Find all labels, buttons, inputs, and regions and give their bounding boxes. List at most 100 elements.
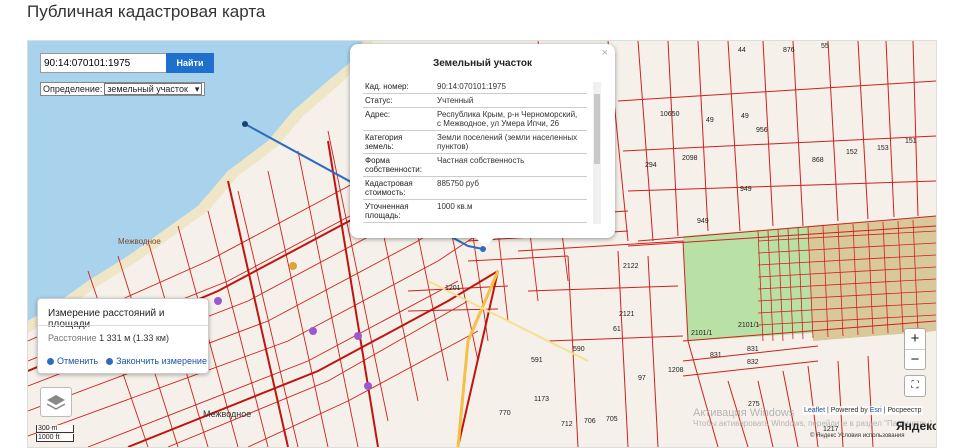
parcel-label: 2101/1 [738,322,760,329]
parcel-label: 61 [613,326,621,333]
parcel-label: 868 [812,157,824,164]
poi-marker [214,297,222,305]
parcel-label: 590 [573,346,585,353]
check-icon [106,358,114,365]
road [427,280,589,362]
measurement-point-start [242,121,248,127]
yandex-terms[interactable]: © Яндекс Условия использования [810,433,905,439]
settlement-label: Межводное [118,237,161,246]
cadastral-search-input[interactable] [40,53,168,73]
popup-row: Кад. номер: 90:14:070101:1975 [363,80,587,94]
parcel-label: 1201 [445,285,461,292]
row-value: Частная собственность [437,156,525,165]
distance-label: Расстояние [48,333,97,343]
poi-marker [364,382,372,390]
search-box: Найти [40,53,215,73]
scale-feet: 1000 ft [36,434,74,442]
search-button[interactable]: Найти [166,53,214,73]
settlement-label: Межводное [203,409,252,419]
parcel-label: 712 [561,421,573,428]
row-value: 885750 руб [437,179,479,188]
popup-row: Категория земель: Земли поселений (земли … [363,131,587,154]
zoom-in-button[interactable]: + [905,329,925,350]
popup-row: Статус: Учтенный [363,94,587,108]
parcel-label: 152 [846,149,858,156]
parcel-label: 2121 [619,311,635,318]
row-value: undefined [433,223,587,226]
row-key: Разрешенное [363,223,433,226]
zoom-out-button[interactable]: − [905,350,925,370]
row-key: Кадастровая стоимость: [365,179,413,197]
row-key: Уточненная площадь: [365,202,409,220]
parcel-label: 294 [645,162,657,169]
row-value: 1000 кв.м [437,202,473,211]
definition-label: Определение: [43,84,103,94]
yandex-logo: Яндекс [896,419,937,433]
popup-row: Уточненная площадь: 1000 кв.м [363,200,587,223]
poi-marker [289,262,297,270]
parcel-label: 49 [741,113,749,120]
cancel-icon [47,358,54,365]
parcel-label: 1208 [668,367,684,374]
row-key: Статус: [365,96,393,105]
parcel-label: 949 [697,218,709,225]
parcel-label: 2122 [623,263,639,270]
finish-measure-button[interactable]: Закончить измерение [106,356,207,366]
parcel-info-popup: × Земельный участок Кад. номер: 90:14:070… [350,44,615,247]
cancel-label: Отменить [57,356,99,366]
layers-button[interactable] [40,387,72,417]
measure-distance: Расстояние 1 331 м (1.33 км) [48,333,169,343]
row-value: 90:14:070101:1975 [437,82,506,91]
parcel-label: 55 [821,43,829,50]
finish-label: Закончить измерение [116,356,207,366]
popup-row: Кадастровая стоимость: 885750 руб [363,177,587,200]
parcel-label: 49 [706,117,714,124]
definition-row: Определение: земельный участок ▾ [40,82,206,96]
zoom-control: + − [904,328,926,370]
fullscreen-icon: ⛶ [911,380,919,391]
parcel-label: 97 [638,375,646,382]
parcel-label: 770 [499,410,511,417]
row-key: Форма собственности: [365,156,422,174]
divider [38,325,208,326]
popup-scrollbar[interactable] [593,82,601,224]
measure-title: Измерение расстояний и площади [48,308,165,330]
parcel-label: 2101/1 [691,330,713,337]
parcel-label: 153 [877,145,889,152]
parcel-label: 2098 [682,155,698,162]
scale-meters: 300 m [36,425,74,433]
parcel-label: 44 [738,47,746,54]
parcel-label: 876 [783,47,795,54]
measure-actions: Отменить Закончить измерение [47,356,207,366]
row-value: Республика Крым, р-н Черноморский, с Меж… [437,110,578,128]
row-key: Кад. номер: [365,82,409,91]
layers-icon [46,395,66,410]
row-key: Категория земель: [365,133,403,151]
fullscreen-button[interactable]: ⛶ [904,375,926,397]
poi-marker [354,332,362,340]
definition-selected: земельный участок [107,84,188,94]
scrollbar-thumb[interactable] [594,94,600,164]
definition-select[interactable]: земельный участок ▾ [104,83,203,95]
popup-title: Земельный участок [432,58,533,69]
map-scale: 300 m 1000 ft [36,425,74,443]
parcel-label: 706 [584,418,596,425]
page-title: Публичная кадастровая карта [27,2,266,21]
chevron-down-icon: ▾ [194,83,200,94]
popup-row: Адрес: Республика Крым, р-н Черноморский,… [363,108,587,131]
row-key: Адрес: [365,110,391,119]
parcel-label: 705 [606,416,618,423]
watermark-title: Активация Windows [693,407,795,419]
parcel-label: 831 [710,352,722,359]
row-value: Учтенный [437,96,474,105]
parcel-label: 1173 [534,396,550,403]
row-value: Земли поселений (земли населенных пункто… [437,133,578,151]
distance-value: 1 331 м (1.33 км) [99,333,169,343]
cadastral-map[interactable]: 44 876 55 49 49 2098 294 868 152 153 151… [27,40,937,448]
measure-panel: Измерение расстояний и площади Расстояни… [37,298,209,374]
cancel-measure-button[interactable]: Отменить [47,356,98,366]
popup-row: Разрешенноеundefined [363,223,587,226]
parcel-label: 151 [905,138,917,145]
parcel-label: 831 [747,346,759,353]
popup-row: Форма собственности: Частная собственност… [363,154,587,177]
